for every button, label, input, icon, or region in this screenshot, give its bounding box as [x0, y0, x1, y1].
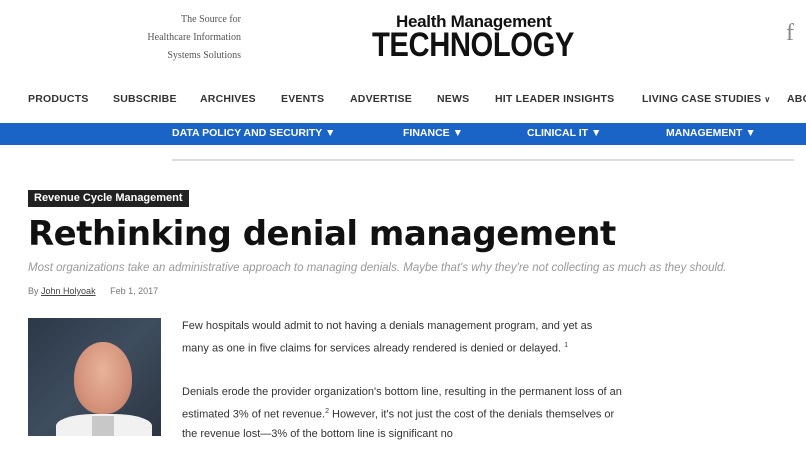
nav-item-label: LIVING CASE STUDIES: [642, 93, 762, 105]
tagline-line: Systems Solutions: [167, 50, 241, 61]
category-clinical-it[interactable]: CLINICAL IT ▼: [527, 127, 601, 139]
tagline-line: The Source for: [181, 14, 241, 25]
main-nav: PRODUCTS SUBSCRIBE ARCHIVES EVENTS ADVER…: [0, 93, 806, 109]
site-header: The Source for Healthcare Information Sy…: [0, 0, 806, 80]
category-finance[interactable]: FINANCE ▼: [403, 127, 463, 139]
nav-item-events[interactable]: EVENTS: [281, 93, 324, 105]
photo-head: [74, 342, 132, 414]
logo-text-bottom: TECHNOLOGY: [372, 26, 575, 64]
article-body: Few hospitals would admit to not having …: [182, 316, 622, 467]
category-nav: DATA POLICY AND SECURITY ▼ FINANCE ▼ CLI…: [0, 123, 806, 145]
article-title: Rethinking denial management: [28, 214, 616, 254]
nav-item-subscribe[interactable]: SUBSCRIBE: [113, 93, 177, 105]
divider: [172, 159, 794, 161]
category-data-policy[interactable]: DATA POLICY AND SECURITY ▼: [172, 127, 335, 139]
article-subtitle: Most organizations take an administrativ…: [28, 262, 727, 274]
nav-item-news[interactable]: NEWS: [437, 93, 469, 105]
photo-collar: [92, 416, 114, 436]
tagline-line: Healthcare Information: [147, 32, 241, 43]
nav-item-products[interactable]: PRODUCTS: [28, 93, 89, 105]
category-tag[interactable]: Revenue Cycle Management: [28, 190, 189, 207]
paragraph-text: Few hospitals would admit to not having …: [182, 320, 593, 355]
nav-item-hit-leader-insights[interactable]: HIT LEADER INSIGHTS: [495, 93, 614, 105]
footnote-ref[interactable]: 1: [564, 342, 568, 349]
site-tagline: The Source for Healthcare Information Sy…: [98, 11, 241, 65]
chevron-down-icon: ∨: [764, 95, 771, 104]
nav-item-about[interactable]: ABO: [787, 93, 806, 105]
nav-item-living-case-studies[interactable]: LIVING CASE STUDIES ∨: [642, 93, 770, 105]
article-paragraph: Denials erode the provider organization'…: [182, 382, 622, 445]
byline-prefix: By: [28, 286, 39, 296]
nav-item-advertise[interactable]: ADVERTISE: [350, 93, 412, 105]
category-management[interactable]: MANAGEMENT ▼: [666, 127, 756, 139]
facebook-icon[interactable]: f: [786, 20, 794, 47]
article-paragraph: Few hospitals would admit to not having …: [182, 316, 622, 359]
author-link[interactable]: John Holyoak: [41, 286, 96, 296]
nav-item-archives[interactable]: ARCHIVES: [200, 93, 256, 105]
author-photo: [28, 318, 161, 436]
byline: By John Holyoak Feb 1, 2017: [28, 286, 158, 296]
publish-date: Feb 1, 2017: [110, 286, 159, 296]
site-logo[interactable]: Health Management TECHNOLOGY: [372, 10, 594, 64]
